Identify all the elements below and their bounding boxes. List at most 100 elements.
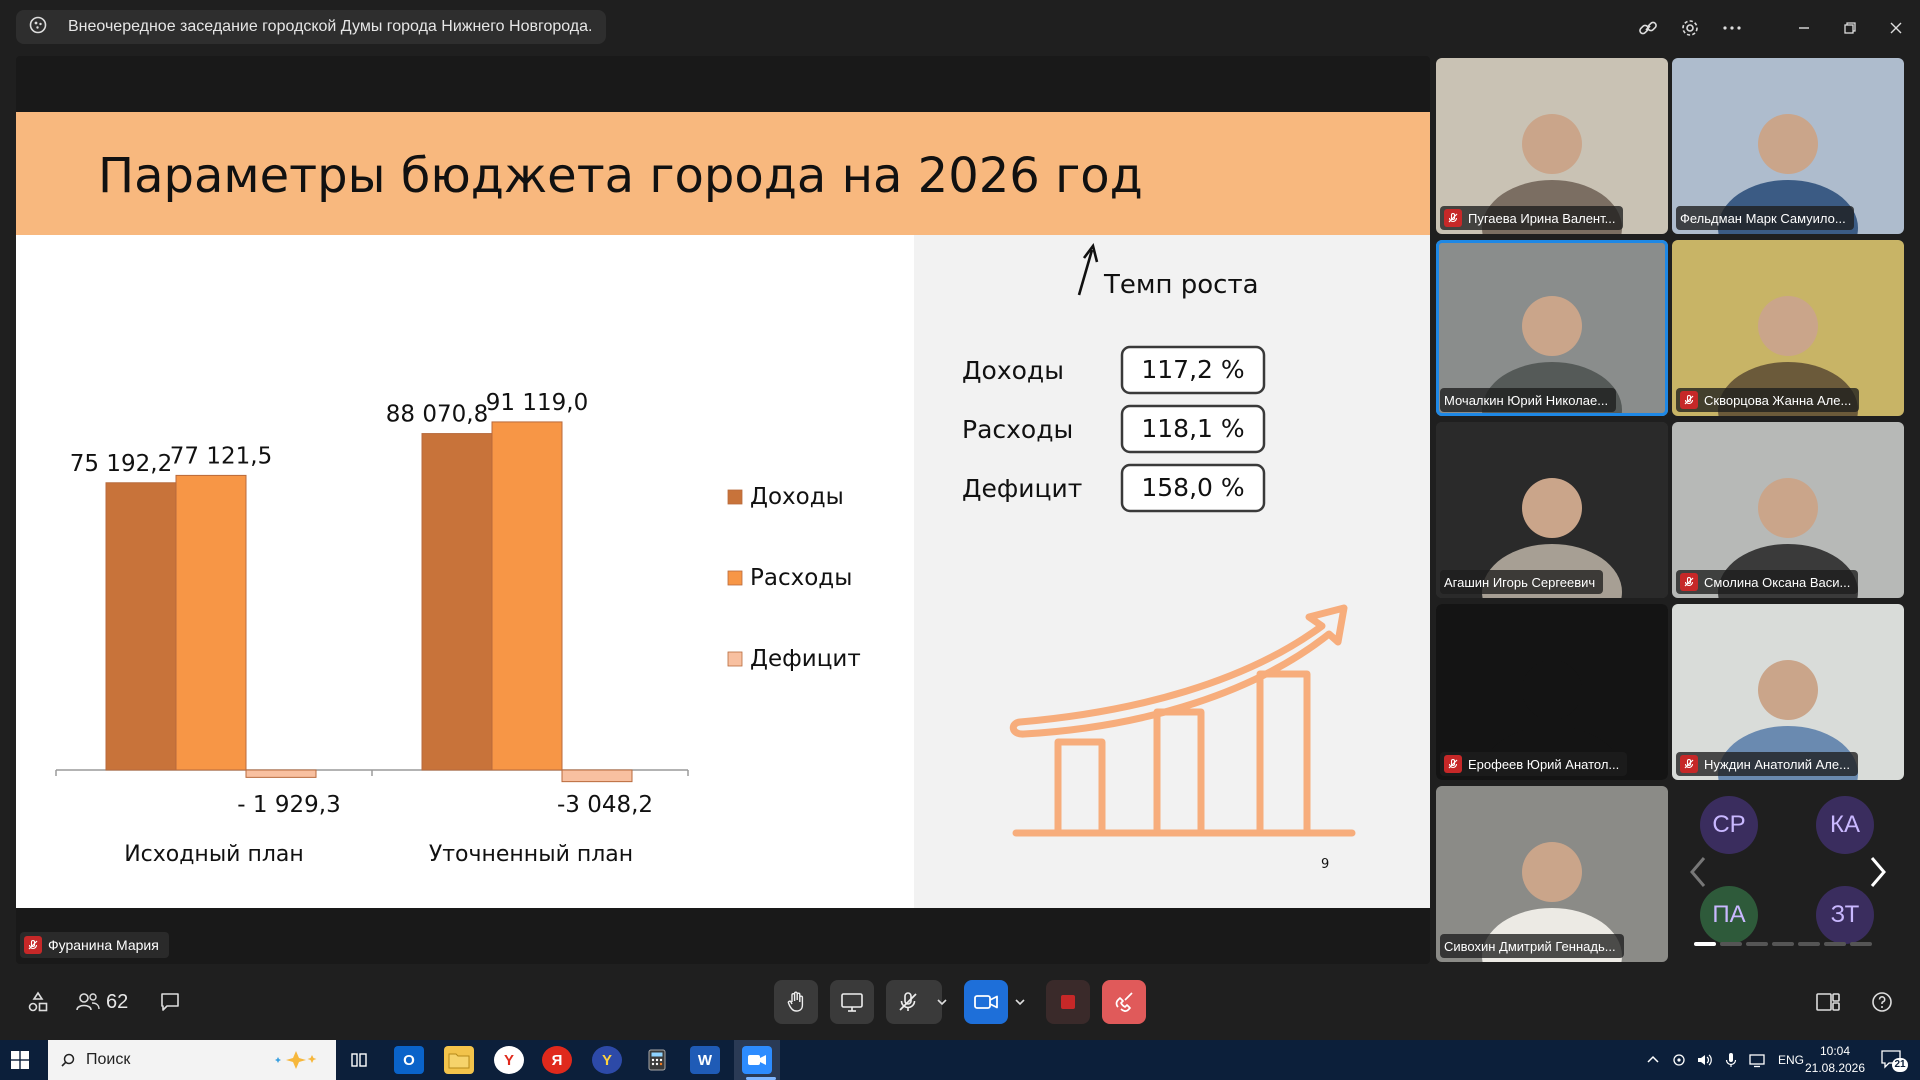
active-speaker-label: Фуранина Мария [20, 932, 169, 958]
taskbar-search[interactable]: Поиск [48, 1040, 336, 1080]
record-button[interactable] [1046, 980, 1090, 1024]
page-indicator-active[interactable] [1694, 942, 1716, 946]
clock-date: 21.08.2026 [1804, 1061, 1866, 1075]
calculator-icon[interactable] [642, 1046, 672, 1074]
notifications-icon[interactable]: 21 [1880, 1048, 1908, 1077]
page-indicator[interactable] [1850, 942, 1872, 946]
outlook-app-icon[interactable]: O [394, 1046, 424, 1074]
camera-button[interactable] [964, 980, 1008, 1024]
layout-view-icon[interactable] [1808, 980, 1848, 1024]
bar-0-0 [105, 482, 177, 771]
windows-start-icon[interactable] [10, 1050, 30, 1075]
page-indicator[interactable] [1746, 942, 1768, 946]
microphone-tray-icon[interactable] [1722, 1051, 1740, 1069]
avatar[interactable]: СР [1700, 796, 1758, 854]
clock[interactable]: 10:04 21.08.2026 [1800, 1043, 1870, 1077]
pagination-dots[interactable] [1694, 942, 1872, 946]
muted-mic-icon [1680, 391, 1698, 409]
participant-tile[interactable]: Ерофеев Юрий Анатол... [1436, 604, 1668, 780]
minimize-icon[interactable] [1790, 14, 1818, 42]
participant-tile[interactable]: Скворцова Жанна Але... [1672, 240, 1904, 416]
legend-swatch [727, 489, 743, 505]
growth-label: Дефицит [962, 474, 1082, 503]
notification-count: 21 [1892, 1058, 1908, 1072]
muted-mic-icon [1680, 573, 1698, 591]
participant-name: Сивохин Дмитрий Геннадь... [1444, 938, 1616, 954]
leave-call-button[interactable] [1102, 980, 1146, 1024]
bar-value-label: 75 192,2 [70, 451, 172, 477]
copy-link-icon[interactable] [1634, 14, 1662, 42]
participant-name: Агашин Игорь Сергеевич [1444, 574, 1596, 590]
meeting-controls-bar: 62 [0, 966, 1920, 1038]
share-screen-button[interactable] [830, 980, 874, 1024]
camera-tray-icon[interactable] [1670, 1051, 1688, 1069]
participant-name-label: Мочалкин Юрий Николае... [1440, 388, 1617, 412]
speaker-volume-icon[interactable] [1696, 1051, 1714, 1069]
help-icon[interactable] [1862, 980, 1902, 1024]
participant-tile[interactable]: Нуждин Анатолий Але... [1672, 604, 1904, 780]
page-indicator[interactable] [1798, 942, 1820, 946]
participant-tile[interactable]: Агашин Игорь Сергеевич [1436, 422, 1668, 598]
bar-1-1 [491, 421, 563, 771]
windows-taskbar: Поиск O Y Я Y W ENG 10:04 21.08.2026 21 [0, 1040, 1920, 1080]
raise-hand-button[interactable] [774, 980, 818, 1024]
chevron-right-icon[interactable] [1868, 854, 1888, 895]
meeting-title-pill[interactable]: Внеочередное заседание городской Думы го… [16, 10, 606, 44]
muted-mic-icon [24, 936, 42, 954]
participant-tile[interactable]: Пугаева Ирина Валент... [1436, 58, 1668, 234]
mic-off-icon [899, 992, 917, 1011]
more-options-icon[interactable] [1718, 14, 1746, 42]
muted-mic-icon [1680, 755, 1698, 773]
page-indicator[interactable] [1720, 942, 1742, 946]
growth-title: Темп роста [1103, 270, 1259, 300]
sparkle-icon [266, 1049, 326, 1076]
close-icon[interactable] [1882, 14, 1910, 42]
chevron-left-icon[interactable] [1688, 854, 1708, 895]
yandex-browser-alt-icon[interactable]: Y [592, 1046, 622, 1074]
bar-value-label: 77 121,5 [170, 443, 272, 469]
avatar[interactable]: ЗТ [1816, 886, 1874, 944]
video-conference-app-icon[interactable] [742, 1046, 772, 1074]
participant-name: Фельдман Марк Самуило... [1680, 210, 1846, 226]
network-icon[interactable] [1748, 1051, 1768, 1069]
participant-name-label: Нуждин Анатолий Але... [1676, 752, 1858, 776]
bar-1-0 [175, 474, 247, 771]
participants-button[interactable]: 62 [74, 980, 138, 1024]
growth-value: 118,1 % [1141, 414, 1244, 443]
page-indicator[interactable] [1772, 942, 1794, 946]
growth-label: Расходы [962, 415, 1073, 444]
budget-chart: 75 192,2 88 070,8 77 121,5 91 119,0 - 1 929,… [55, 243, 1356, 872]
legend-swatch [727, 570, 743, 586]
avatar[interactable]: КА [1816, 796, 1874, 854]
task-view-icon[interactable] [344, 1046, 374, 1074]
participant-name: Смолина Оксана Васи... [1704, 574, 1851, 590]
monitor-icon [841, 993, 863, 1012]
participant-tile[interactable]: Фельдман Марк Самуило... [1672, 58, 1904, 234]
search-icon [61, 1053, 75, 1067]
file-explorer-icon[interactable] [444, 1046, 474, 1074]
settings-gear-icon[interactable] [1676, 14, 1704, 42]
category-label: Исходный план [124, 842, 304, 867]
apps-shapes-icon[interactable] [18, 980, 58, 1024]
yandex-browser-icon[interactable]: Y [494, 1046, 524, 1074]
word-app-icon[interactable]: W [690, 1046, 720, 1074]
participant-tile[interactable]: Смолина Оксана Васи... [1672, 422, 1904, 598]
participant-name: Ерофеев Юрий Анатол... [1468, 756, 1620, 772]
bar-value-label: 91 119,0 [486, 390, 588, 416]
mic-options-chevron-icon[interactable] [932, 980, 952, 1024]
growth-value: 117,2 % [1141, 355, 1244, 384]
participant-tile[interactable]: Сивохин Дмитрий Геннадь... [1436, 786, 1668, 962]
participant-name: Скворцова Жанна Але... [1704, 392, 1852, 408]
avatar[interactable]: ПА [1700, 886, 1758, 944]
yandex-app-icon[interactable]: Я [542, 1046, 572, 1074]
camera-options-chevron-icon[interactable] [1010, 980, 1030, 1024]
hang-up-phone-icon [1115, 992, 1133, 1012]
shared-screen-stage: Параметры бюджета города на 2026 год 75 … [16, 56, 1430, 964]
chevron-up-icon[interactable] [1646, 1053, 1660, 1067]
meeting-info-icon[interactable] [28, 15, 48, 40]
participant-tile[interactable]: Мочалкин Юрий Николае... [1436, 240, 1668, 416]
page-indicator[interactable] [1824, 942, 1846, 946]
chat-icon[interactable] [150, 980, 190, 1024]
participant-name: Мочалкин Юрий Николае... [1444, 392, 1609, 408]
restore-icon[interactable] [1836, 14, 1864, 42]
